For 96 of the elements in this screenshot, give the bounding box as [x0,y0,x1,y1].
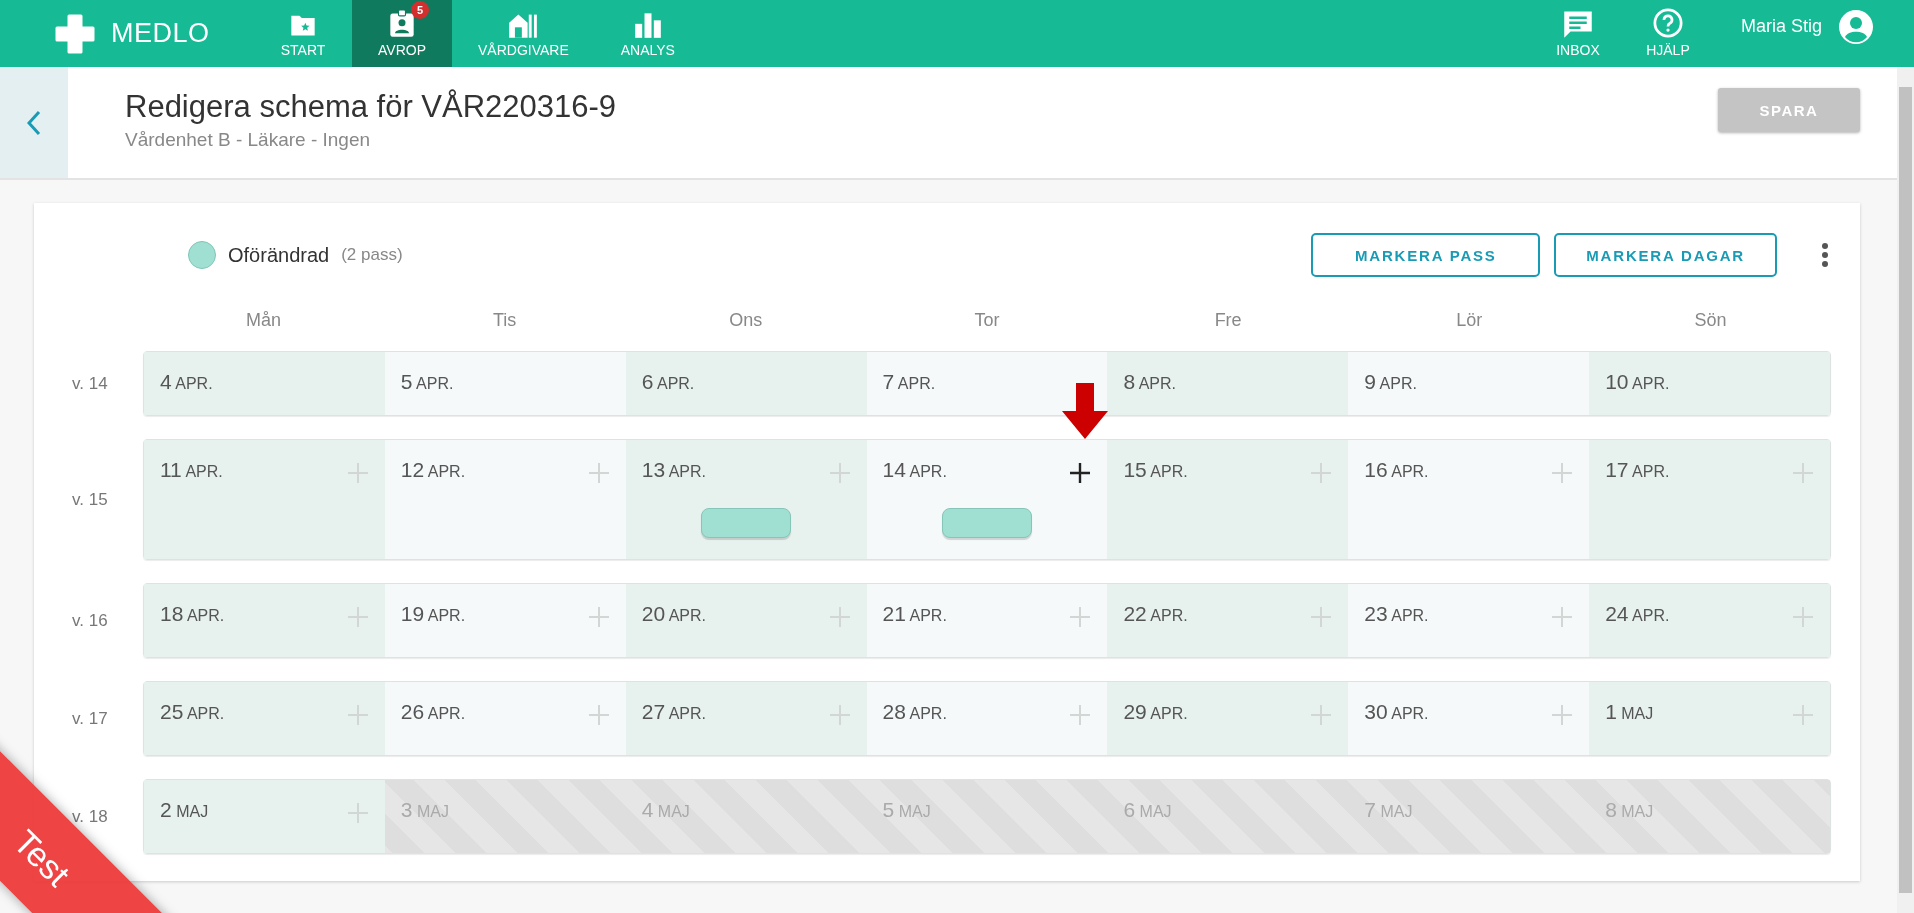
day-cell[interactable]: 7 APR. [866,352,1108,415]
day-cell[interactable]: 22 APR. [1107,584,1349,657]
day-cell[interactable]: 5 APR. [384,352,626,415]
day-date: 3 MAJ [400,798,449,822]
page-title: Redigera schema för VÅR220316-9 [125,89,618,125]
day-date: 25 APR. [160,700,225,724]
day-cell[interactable]: 29 APR. [1107,682,1349,755]
week-label: v. 17 [71,708,109,729]
day-cell[interactable]: 8 APR. [1107,352,1349,415]
day-date: 10 APR. [1605,370,1670,394]
day-cell[interactable]: 12 APR. [384,440,626,559]
week-label: v. 15 [71,489,109,510]
day-cell[interactable]: 19 APR. [384,584,626,657]
day-date: 6 MAJ [1123,798,1172,822]
weekday-label: Tor [974,309,1000,331]
back-button[interactable] [0,67,68,178]
day-date: 24 APR. [1605,602,1670,626]
weekday-label: Lör [1456,309,1483,331]
day-cell[interactable]: 15 APR. [1107,440,1349,559]
day-cell[interactable]: 11 APR. [144,440,385,559]
weekday-label: Tis [493,309,517,331]
day-date: 21 APR. [882,602,947,626]
brand-name: MEDLO [111,18,210,49]
shift-block[interactable] [701,508,792,538]
day-date: 30 APR. [1364,700,1429,724]
id-badge-icon [389,10,415,38]
day-cell[interactable]: 26 APR. [384,682,626,755]
day-cell[interactable]: 24 APR. [1589,584,1830,657]
day-cell[interactable]: 1 MAJ [1589,682,1830,755]
day-cell[interactable]: 4 APR. [144,352,385,415]
day-cell[interactable]: 14 APR. [866,440,1108,559]
day-cell[interactable]: 20 APR. [625,584,867,657]
nav-tab[interactable]: 5 AVROP [352,0,452,67]
day-cell[interactable]: 16 APR. [1348,440,1590,559]
day-cell[interactable]: 21 APR. [866,584,1108,657]
day-cell[interactable]: 27 APR. [625,682,867,755]
day-cell[interactable]: 18 APR. [144,584,385,657]
avatar-icon[interactable] [1838,8,1874,45]
legend-count: (2 pass) [341,245,403,265]
message-icon [1562,10,1593,38]
day-date: 26 APR. [400,700,466,724]
day-date: 22 APR. [1123,602,1188,626]
day-cell[interactable]: 10 APR. [1589,352,1830,415]
week-label: v. 16 [71,610,109,631]
day-date: 7 APR. [882,370,936,394]
day-date: 14 APR. [882,458,947,482]
day-cell[interactable]: 13 APR. [625,440,867,559]
day-cell[interactable]: 9 APR. [1348,352,1590,415]
back-icon [26,108,42,137]
day-cell[interactable]: 6 APR. [625,352,867,415]
day-date: 16 APR. [1364,458,1429,482]
week-label: v. 14 [71,373,109,394]
day-date: 1 MAJ [1605,700,1654,724]
weekday-label: Mån [246,309,282,331]
day-date: 6 APR. [641,370,695,394]
day-date: 19 APR. [400,602,466,626]
bar-chart-icon [633,12,662,38]
day-cell[interactable]: 2 MAJ [144,780,385,853]
legend-label: Oförändrad [228,243,330,267]
weekday-label: Sön [1694,309,1727,331]
buildings-icon [508,12,539,38]
day-date: 15 APR. [1123,458,1188,482]
day-date: 12 APR. [400,458,466,482]
page-subtitle: Vårdenhet B - Läkare - Ingen [125,129,372,151]
day-date: 8 APR. [1123,370,1176,394]
shift-block[interactable] [942,508,1032,538]
add-icon[interactable] [1069,462,1092,484]
day-date: 27 APR. [641,700,706,724]
scrollbar-thumb[interactable] [1899,87,1912,893]
day-date: 29 APR. [1123,700,1188,724]
day-date: 17 APR. [1605,458,1670,482]
day-date: 23 APR. [1364,602,1429,626]
day-date: 28 APR. [882,700,947,724]
weekday-label: Ons [729,309,763,331]
week-label: v. 18 [71,806,109,827]
day-cell[interactable]: 23 APR. [1348,584,1590,657]
day-cell[interactable]: 25 APR. [144,682,385,755]
day-date: 18 APR. [160,602,225,626]
day-date: 2 MAJ [160,798,209,822]
day-date: 20 APR. [641,602,706,626]
day-date: 7 MAJ [1364,798,1413,822]
day-date: 9 APR. [1364,370,1417,394]
day-date: 4 MAJ [641,798,690,822]
day-date: 4 APR. [160,370,213,394]
help-icon [1652,8,1683,38]
day-cell[interactable]: 17 APR. [1589,440,1830,559]
logo-icon [55,13,95,54]
day-date: 11 APR. [160,458,223,482]
day-date: 13 APR. [641,458,706,482]
day-date: 5 APR. [400,370,454,394]
count-badge: 5 [411,1,429,19]
day-cell[interactable]: 28 APR. [866,682,1108,755]
day-cell[interactable]: 30 APR. [1348,682,1590,755]
more-icon[interactable] [1821,242,1829,268]
day-date: 5 MAJ [882,798,931,822]
weekday-label: Fre [1214,309,1242,331]
